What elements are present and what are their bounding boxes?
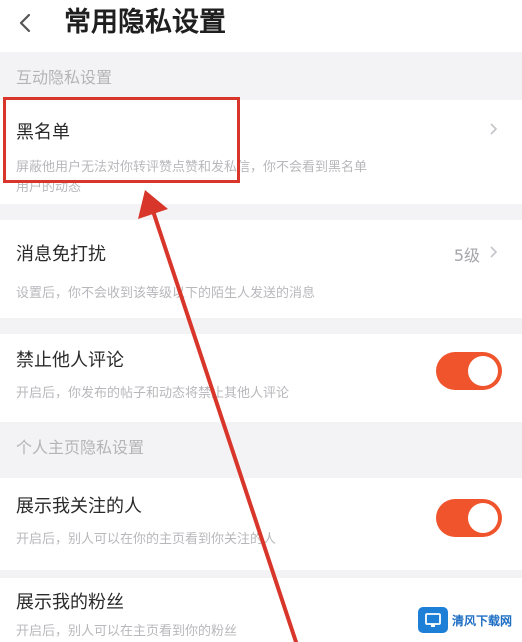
dnd-desc: 设置后，你不会收到该等级以下的陌生人发送的消息 — [16, 286, 316, 301]
no-comment-toggle[interactable] — [436, 352, 502, 390]
section-title: 个人主页隐私设置 — [16, 438, 145, 457]
show-following-row: 展示我关注的人 开启后，别人可以在你的主页看到你关注的人 — [0, 478, 522, 570]
toggle-knob — [468, 503, 498, 533]
dnd-row[interactable]: 消息免打扰 5级 设置后，你不会收到该等级以下的陌生人发送的消息 — [0, 220, 522, 318]
section-header-interaction: 互动隐私设置 — [0, 52, 522, 100]
highlight-box — [3, 97, 240, 183]
app-header: 常用隐私设置 — [0, 0, 522, 52]
show-fans-desc: 开启后，别人可以在主页看到你的粉丝 — [16, 624, 238, 639]
show-following-desc: 开启后，别人可以在你的主页看到你关注的人 — [16, 532, 277, 547]
chevron-right-icon — [490, 246, 498, 258]
show-fans-title: 展示我的粉丝 — [16, 592, 124, 613]
page-title: 常用隐私设置 — [64, 7, 226, 38]
back-button[interactable] — [10, 6, 40, 40]
dnd-level-value: 5级 — [453, 246, 480, 265]
show-following-title: 展示我关注的人 — [16, 496, 142, 517]
show-following-toggle[interactable] — [436, 499, 502, 537]
toggle-knob — [468, 356, 498, 386]
watermark-text: 清风下载网 — [452, 613, 513, 628]
section-title: 互动隐私设置 — [16, 68, 113, 87]
no-comment-row: 禁止他人评论 开启后，你发布的帖子和动态将禁止其他人评论 — [0, 334, 522, 422]
dnd-title: 消息免打扰 — [16, 244, 106, 265]
watermark: 清风下载网 — [418, 604, 514, 636]
section-header-profile: 个人主页隐私设置 — [0, 422, 522, 470]
download-site-logo-icon — [418, 607, 448, 633]
back-arrow-icon — [19, 13, 31, 33]
no-comment-desc: 开启后，你发布的帖子和动态将禁止其他人评论 — [16, 386, 290, 401]
chevron-right-icon — [490, 123, 498, 135]
no-comment-title: 禁止他人评论 — [16, 350, 124, 371]
